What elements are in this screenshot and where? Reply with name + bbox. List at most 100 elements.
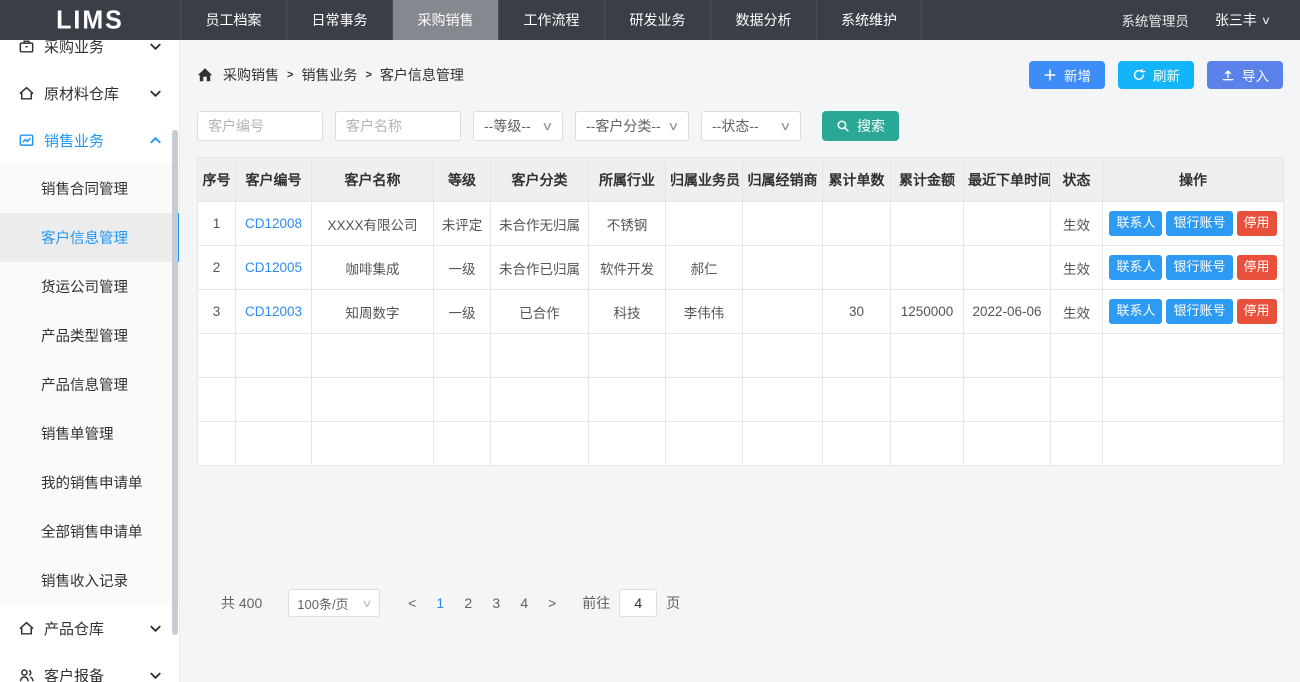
- nav-tab-4[interactable]: 工作流程: [498, 0, 604, 40]
- disable-button[interactable]: 停用: [1237, 211, 1277, 236]
- actions-cell: 联系人银行账号停用: [1103, 246, 1284, 290]
- column-header: 归属业务员: [666, 158, 743, 202]
- page-number-1[interactable]: 1: [426, 595, 454, 611]
- table-cell: 1250000: [891, 290, 964, 334]
- breadcrumb-item-2[interactable]: 销售业务: [301, 65, 357, 85]
- page-suffix-label: 页: [666, 593, 680, 613]
- sidebar-subitem-5[interactable]: 客户信息管理: [0, 213, 179, 262]
- chevron-down-icon: [148, 621, 163, 636]
- empty-cell: [891, 378, 964, 422]
- sidebar-item-label: 销售业务: [44, 130, 148, 151]
- empty-cell: [743, 334, 823, 378]
- sidebar-subitem-9[interactable]: 销售单管理: [0, 409, 179, 458]
- table-cell: XXXX有限公司: [312, 202, 434, 246]
- chevron-down-icon: [148, 40, 163, 54]
- empty-cell: [964, 422, 1051, 466]
- sidebar-subitem-11[interactable]: 全部销售申请单: [0, 507, 179, 556]
- empty-cell: [891, 422, 964, 466]
- customer-code-input[interactable]: [197, 111, 323, 141]
- sidebar-subitem-7[interactable]: 产品类型管理: [0, 311, 179, 360]
- search-button[interactable]: 搜索: [822, 111, 899, 141]
- disable-button[interactable]: 停用: [1237, 299, 1277, 324]
- home-icon: [197, 67, 213, 83]
- page-number-4[interactable]: 4: [510, 595, 538, 611]
- empty-table-row: [198, 334, 1284, 378]
- customer-code-link[interactable]: CD12003: [236, 290, 312, 334]
- empty-cell: [1103, 378, 1284, 422]
- sidebar-item-label: 原材料仓库: [44, 83, 148, 104]
- sidebar-item-2[interactable]: 原材料仓库: [0, 70, 179, 117]
- customer-name-input[interactable]: [335, 111, 461, 141]
- empty-cell: [823, 422, 891, 466]
- table-cell: 已合作: [491, 290, 589, 334]
- breadcrumb-separator: >: [287, 69, 293, 81]
- empty-cell: [236, 334, 312, 378]
- prev-page-button[interactable]: <: [398, 595, 426, 611]
- breadcrumb-item-1[interactable]: 采购销售: [223, 65, 279, 85]
- sidebar-item-3[interactable]: 销售业务: [0, 117, 179, 164]
- page-number-3[interactable]: 3: [482, 595, 510, 611]
- empty-cell: [1051, 422, 1103, 466]
- table-cell: 郝仁: [666, 246, 743, 290]
- table-cell: 未合作已归属: [491, 246, 589, 290]
- empty-cell: [1103, 334, 1284, 378]
- empty-cell: [1103, 422, 1284, 466]
- search-icon: [836, 119, 850, 133]
- chevron-down-icon: ∨: [667, 119, 679, 133]
- plus-icon: [1043, 68, 1057, 82]
- table-cell: [823, 202, 891, 246]
- table-cell: [964, 202, 1051, 246]
- table-cell: [891, 202, 964, 246]
- chevron-down-icon: ∨: [541, 119, 553, 133]
- table-header-row: 序号客户编号客户名称等级客户分类所属行业归属业务员归属经销商累计单数累计金额最近…: [198, 158, 1284, 202]
- nav-tab-3[interactable]: 采购销售: [392, 0, 498, 40]
- contacts-button[interactable]: 联系人: [1109, 255, 1162, 280]
- category-select[interactable]: --客户分类--∨: [575, 111, 689, 141]
- level-select[interactable]: --等级--∨: [473, 111, 563, 141]
- table-cell: 30: [823, 290, 891, 334]
- table-cell: 2022-06-06: [964, 290, 1051, 334]
- table-cell: 生效: [1051, 246, 1103, 290]
- nav-tab-2[interactable]: 日常事务: [286, 0, 392, 40]
- import-button[interactable]: 导入: [1207, 61, 1283, 89]
- refresh-button[interactable]: 刷新: [1118, 61, 1194, 89]
- nav-tab-7[interactable]: 系统维护: [816, 0, 922, 40]
- sidebar-item-14[interactable]: 客户报备: [0, 652, 179, 682]
- bank-account-button[interactable]: 银行账号: [1166, 255, 1232, 280]
- add-button[interactable]: 新增: [1029, 61, 1105, 89]
- user-menu[interactable]: 张三丰 ∨: [1215, 10, 1270, 30]
- nav-tab-5[interactable]: 研发业务: [604, 0, 710, 40]
- table-cell: [743, 202, 823, 246]
- sidebar-subitem-4[interactable]: 销售合同管理: [0, 164, 179, 213]
- column-header: 所属行业: [589, 158, 666, 202]
- goto-label: 前往: [582, 593, 610, 613]
- sidebar-item-13[interactable]: 产品仓库: [0, 605, 179, 652]
- sidebar-item-1[interactable]: 采购业务: [0, 40, 179, 70]
- sidebar-subitem-12[interactable]: 销售收入记录: [0, 556, 179, 605]
- nav-tab-6[interactable]: 数据分析: [710, 0, 816, 40]
- bank-account-button[interactable]: 银行账号: [1166, 299, 1232, 324]
- disable-button[interactable]: 停用: [1237, 255, 1277, 280]
- sidebar-subitem-6[interactable]: 货运公司管理: [0, 262, 179, 311]
- sidebar-subitem-8[interactable]: 产品信息管理: [0, 360, 179, 409]
- bank-account-button[interactable]: 银行账号: [1166, 211, 1232, 236]
- empty-cell: [198, 334, 236, 378]
- sales-chart-icon: [18, 132, 35, 149]
- empty-cell: [236, 422, 312, 466]
- sidebar-item-label: 产品仓库: [44, 618, 148, 639]
- table-cell: 咖啡集成: [312, 246, 434, 290]
- table-cell: [964, 246, 1051, 290]
- next-page-button[interactable]: >: [538, 595, 566, 611]
- sidebar-subitem-10[interactable]: 我的销售申请单: [0, 458, 179, 507]
- customer-code-link[interactable]: CD12005: [236, 246, 312, 290]
- customer-code-link[interactable]: CD12008: [236, 202, 312, 246]
- page-number-2[interactable]: 2: [454, 595, 482, 611]
- sidebar-scrollbar[interactable]: [172, 130, 178, 635]
- contacts-button[interactable]: 联系人: [1109, 299, 1162, 324]
- page-size-select[interactable]: 100条/页 ∨: [288, 589, 380, 617]
- status-select[interactable]: --状态--∨: [701, 111, 801, 141]
- table-cell: [743, 246, 823, 290]
- goto-page-input[interactable]: [619, 589, 657, 617]
- nav-tab-1[interactable]: 员工档案: [180, 0, 286, 40]
- contacts-button[interactable]: 联系人: [1109, 211, 1162, 236]
